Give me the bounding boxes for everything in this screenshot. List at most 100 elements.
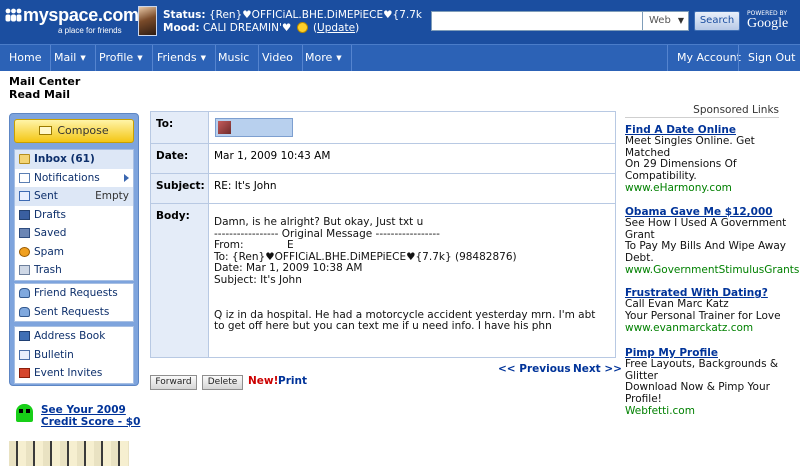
- subject-value: RE: It's John: [214, 180, 277, 192]
- smiley-icon: [296, 22, 308, 33]
- sidebar-item-sent[interactable]: Sent Empty: [15, 187, 133, 206]
- ad-text: Call Evan Marc Katz: [625, 298, 729, 310]
- credit-score-link-line2[interactable]: Credit Score - $0: [41, 416, 140, 428]
- sidebar-item-label: Saved: [34, 227, 67, 239]
- promo-banner-image[interactable]: [9, 441, 129, 466]
- sponsored-links-heading: Sponsored Links: [625, 104, 779, 118]
- friend-requests-icon: [19, 288, 30, 298]
- next-message-link[interactable]: Next >>: [573, 363, 622, 375]
- message-body: Damn, is he alright? But okay, Just txt …: [214, 216, 596, 333]
- chevron-down-icon: ▼: [80, 54, 86, 62]
- sidebar-item-drafts[interactable]: Drafts: [15, 206, 133, 225]
- forward-button[interactable]: Forward: [150, 375, 197, 390]
- ad-eharmony: Find A Date Online Meet Singles Online. …: [625, 124, 785, 194]
- ghost-mascot-icon[interactable]: [16, 404, 33, 422]
- sidebar-item-label: Sent Requests: [34, 305, 110, 318]
- nav-profile[interactable]: Profile ▼: [90, 45, 153, 71]
- divider: [151, 203, 615, 204]
- body-label: Body:: [151, 204, 209, 357]
- chevron-down-icon: ▼: [200, 54, 206, 62]
- myspace-logo[interactable]: myspace.com a place for friends: [4, 5, 139, 38]
- saved-icon: [19, 228, 30, 238]
- previous-message-link[interactable]: << Previous: [498, 363, 571, 375]
- search-button[interactable]: Search: [694, 11, 740, 31]
- compose-label: Compose: [57, 124, 109, 137]
- message-panel: To: Date: Mar 1, 2009 10:43 AM Subject: …: [150, 111, 616, 358]
- sent-requests-icon: [19, 306, 30, 317]
- sidebar-item-address-book[interactable]: Address Book: [15, 327, 133, 346]
- delete-button[interactable]: Delete: [202, 375, 243, 390]
- sidebar-item-saved[interactable]: Saved: [15, 224, 133, 243]
- ad-text: Profile!: [625, 392, 662, 405]
- drafts-icon: [19, 209, 30, 220]
- top-header: myspace.com a place for friends Status: …: [0, 0, 800, 44]
- nav-music[interactable]: Music: [209, 45, 260, 71]
- sidebar-item-sent-requests[interactable]: Sent Requests: [15, 303, 133, 322]
- user-avatar[interactable]: [138, 6, 157, 36]
- status-value: {Ren}♥OFFICiAL.BHE.DiMEPiECE♥{7.7k: [208, 9, 422, 21]
- folder-group: Inbox (61) Notifications Sent Empty Draft…: [14, 149, 134, 281]
- nav-home[interactable]: Home: [0, 45, 52, 71]
- recipient-chip[interactable]: [215, 118, 293, 137]
- print-link[interactable]: Print: [278, 375, 307, 387]
- inbox-folder-icon: [19, 154, 30, 164]
- nav-sign-out[interactable]: Sign Out: [738, 45, 800, 71]
- date-value: Mar 1, 2009 10:43 AM: [214, 150, 331, 162]
- search-scope-select[interactable]: Web ▼: [643, 11, 689, 31]
- nav-more-label: More: [305, 51, 333, 64]
- ad-url-link[interactable]: www.eHarmony.com: [625, 182, 785, 194]
- mail-sidebar: Compose Inbox (61) Notifications Sent Emp…: [9, 113, 139, 386]
- google-logo: POWERED BY Google: [747, 10, 797, 36]
- search-input[interactable]: [431, 11, 643, 31]
- search-scope-value: Web: [649, 15, 671, 26]
- nav-friends[interactable]: Friends ▼: [148, 45, 216, 71]
- sidebar-item-inbox[interactable]: Inbox (61): [15, 150, 133, 169]
- to-label: To:: [151, 112, 209, 143]
- ad-url-link[interactable]: Webfetti.com: [625, 405, 785, 417]
- sidebar-item-bulletin[interactable]: Bulletin: [15, 346, 133, 365]
- nav-mail-label: Mail: [54, 51, 77, 64]
- sidebar-item-trash[interactable]: Trash: [15, 261, 133, 280]
- nav-sign-out-label: Sign Out: [748, 51, 796, 64]
- ad-text: Your Personal Trainer for Love: [625, 309, 781, 322]
- ad-text: To Pay My Bills And Wipe Away: [625, 240, 786, 252]
- ad-text: Free Layouts, Backgrounds &: [625, 358, 779, 370]
- myspace-people-icon: [5, 8, 22, 22]
- logo-text: myspace.com: [23, 5, 139, 25]
- sidebar-item-label: Drafts: [34, 208, 66, 221]
- chevron-down-icon: ▼: [137, 54, 143, 62]
- sidebar-item-spam[interactable]: Spam: [15, 243, 133, 262]
- sidebar-item-friend-requests[interactable]: Friend Requests: [15, 284, 133, 303]
- sidebar-item-notifications[interactable]: Notifications: [15, 169, 133, 188]
- sidebar-item-label: Trash: [34, 264, 62, 276]
- sent-empty-link[interactable]: Empty: [95, 187, 129, 205]
- sidebar-item-event-invites[interactable]: Event Invites: [15, 364, 133, 383]
- sidebar-item-label: Spam: [34, 245, 64, 258]
- ad-evan-marc-katz: Frustrated With Dating? Call Evan Marc K…: [625, 287, 785, 334]
- ad-url-link[interactable]: www.GovernmentStimulusGrants: [625, 264, 799, 276]
- update-link[interactable]: Update: [317, 22, 355, 34]
- ad-url-link[interactable]: www.evanmarckatz.com: [625, 322, 785, 334]
- sent-envelope-icon: [19, 191, 30, 201]
- calendar-icon: [19, 368, 30, 378]
- nav-mail[interactable]: Mail ▼: [45, 45, 96, 71]
- dropdown-arrow-icon: ▼: [677, 16, 684, 25]
- address-book-icon: [19, 331, 30, 341]
- credit-score-link-line1[interactable]: See Your 2009: [41, 404, 126, 416]
- trash-icon: [19, 265, 30, 275]
- page-subtitle: Read Mail: [9, 88, 70, 101]
- bulletin-icon: [19, 349, 30, 360]
- requests-group: Friend Requests Sent Requests: [14, 283, 134, 322]
- expand-arrow-icon: [124, 173, 129, 182]
- status-label: Status:: [163, 9, 206, 21]
- recipient-avatar: [218, 121, 231, 134]
- compose-button[interactable]: Compose: [14, 119, 134, 143]
- ad-text: Debt.: [625, 251, 654, 264]
- mood-value: CALI DREAMIN'♥: [202, 22, 292, 34]
- ad-webfetti: Pimp My Profile Free Layouts, Background…: [625, 347, 785, 417]
- envelope-icon: [39, 126, 53, 135]
- mood-label: Mood:: [163, 22, 200, 34]
- google-wordmark: Google: [747, 16, 789, 31]
- nav-more[interactable]: More ▼: [296, 45, 352, 71]
- sidebar-item-label: Inbox (61): [34, 153, 95, 165]
